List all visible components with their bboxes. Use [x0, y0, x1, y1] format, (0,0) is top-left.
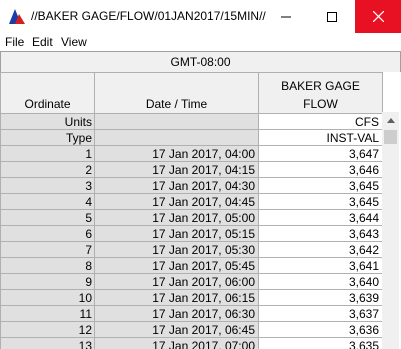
- ordinate-cell: 1: [0, 145, 95, 162]
- datetime-cell: 17 Jan 2017, 05:45: [94, 257, 259, 274]
- value-cell[interactable]: 3,637: [258, 305, 383, 322]
- table-row[interactable]: 13 17 Jan 2017, 07:00 3,635: [0, 337, 383, 349]
- ordinate-cell: 10: [0, 289, 95, 306]
- value-cell[interactable]: 3,643: [258, 225, 383, 242]
- value-cell[interactable]: 3,647: [258, 145, 383, 162]
- datetime-cell: 17 Jan 2017, 04:00: [94, 145, 259, 162]
- table-row[interactable]: 10 17 Jan 2017, 06:15 3,639: [0, 289, 383, 306]
- value-cell[interactable]: 3,642: [258, 241, 383, 258]
- title-bar[interactable]: //BAKER GAGE/FLOW/01JAN2017/15MIN//: [0, 0, 401, 33]
- datetime-cell: 17 Jan 2017, 04:45: [94, 193, 259, 210]
- table-row[interactable]: 7 17 Jan 2017, 05:30 3,642: [0, 241, 383, 258]
- units-label: Units: [0, 113, 95, 130]
- datetime-cell: 17 Jan 2017, 04:30: [94, 177, 259, 194]
- minimize-button[interactable]: [263, 0, 309, 33]
- table-row[interactable]: 11 17 Jan 2017, 06:30 3,637: [0, 305, 383, 322]
- menu-edit[interactable]: Edit: [32, 35, 53, 49]
- ordinate-cell: 5: [0, 209, 95, 226]
- scroll-up-icon: [386, 117, 395, 123]
- ordinate-cell: 13: [0, 337, 95, 349]
- ordinate-cell: 11: [0, 305, 95, 322]
- menu-file[interactable]: File: [5, 35, 24, 49]
- table-row[interactable]: 4 17 Jan 2017, 04:45 3,645: [0, 193, 383, 210]
- series-name-line1: BAKER GAGE: [281, 79, 360, 93]
- timezone-label: GMT-08:00: [0, 51, 401, 72]
- series-name-line2: FLOW: [303, 97, 338, 111]
- datetime-cell: 17 Jan 2017, 06:15: [94, 289, 259, 306]
- datetime-cell: 17 Jan 2017, 07:00: [94, 337, 259, 349]
- close-button[interactable]: [355, 0, 401, 33]
- minimize-icon: [281, 16, 291, 17]
- table-row[interactable]: 3 17 Jan 2017, 04:30 3,645: [0, 177, 383, 194]
- ordinate-cell: 12: [0, 321, 95, 338]
- table-row[interactable]: 5 17 Jan 2017, 05:00 3,644: [0, 209, 383, 226]
- value-cell[interactable]: 3,645: [258, 193, 383, 210]
- ordinate-cell: 2: [0, 161, 95, 178]
- value-cell[interactable]: 3,640: [258, 273, 383, 290]
- type-blank-cell: [94, 129, 259, 146]
- app-icon: [9, 9, 25, 24]
- value-cell[interactable]: 3,641: [258, 257, 383, 274]
- data-table-container[interactable]: Ordinate Date / Time BAKER GAGE FLOW Uni…: [0, 72, 401, 349]
- table-row[interactable]: 12 17 Jan 2017, 06:45 3,636: [0, 321, 383, 338]
- window-title: //BAKER GAGE/FLOW/01JAN2017/15MIN//: [31, 9, 266, 23]
- table-row[interactable]: 1 17 Jan 2017, 04:00 3,647: [0, 145, 383, 162]
- maximize-button[interactable]: [309, 0, 355, 33]
- ordinate-cell: 3: [0, 177, 95, 194]
- datetime-cell: 17 Jan 2017, 06:00: [94, 273, 259, 290]
- type-label: Type: [0, 129, 95, 146]
- vertical-scrollbar[interactable]: [382, 128, 399, 349]
- data-table: Ordinate Date / Time BAKER GAGE FLOW Uni…: [0, 72, 383, 349]
- close-icon: [372, 11, 384, 22]
- column-header-series[interactable]: BAKER GAGE FLOW: [258, 72, 383, 114]
- table-row[interactable]: 8 17 Jan 2017, 05:45 3,641: [0, 257, 383, 274]
- column-header-datetime[interactable]: Date / Time: [94, 72, 259, 114]
- value-cell[interactable]: 3,644: [258, 209, 383, 226]
- ordinate-cell: 8: [0, 257, 95, 274]
- datetime-cell: 17 Jan 2017, 05:15: [94, 225, 259, 242]
- ordinate-cell: 6: [0, 225, 95, 242]
- menu-view[interactable]: View: [61, 35, 87, 49]
- scroll-up-button[interactable]: [382, 112, 399, 128]
- datetime-cell: 17 Jan 2017, 06:45: [94, 321, 259, 338]
- units-value[interactable]: CFS: [258, 113, 383, 130]
- value-cell[interactable]: 3,636: [258, 321, 383, 338]
- datetime-cell: 17 Jan 2017, 05:00: [94, 209, 259, 226]
- ordinate-cell: 7: [0, 241, 95, 258]
- maximize-icon: [327, 11, 337, 22]
- scrollbar-thumb[interactable]: [384, 130, 397, 144]
- ordinate-cell: 4: [0, 193, 95, 210]
- column-header-ordinate[interactable]: Ordinate: [0, 72, 95, 114]
- datetime-cell: 17 Jan 2017, 04:15: [94, 161, 259, 178]
- type-value[interactable]: INST-VAL: [258, 129, 383, 146]
- menu-bar: File Edit View: [0, 33, 401, 51]
- value-cell[interactable]: 3,646: [258, 161, 383, 178]
- datetime-cell: 17 Jan 2017, 05:30: [94, 241, 259, 258]
- ordinate-cell: 9: [0, 273, 95, 290]
- table-row[interactable]: 6 17 Jan 2017, 05:15 3,643: [0, 225, 383, 242]
- units-blank-cell: [94, 113, 259, 130]
- datetime-cell: 17 Jan 2017, 06:30: [94, 305, 259, 322]
- value-cell[interactable]: 3,645: [258, 177, 383, 194]
- value-cell[interactable]: 3,635: [258, 337, 383, 349]
- value-cell[interactable]: 3,639: [258, 289, 383, 306]
- table-row[interactable]: 2 17 Jan 2017, 04:15 3,646: [0, 161, 383, 178]
- table-row[interactable]: 9 17 Jan 2017, 06:00 3,640: [0, 273, 383, 290]
